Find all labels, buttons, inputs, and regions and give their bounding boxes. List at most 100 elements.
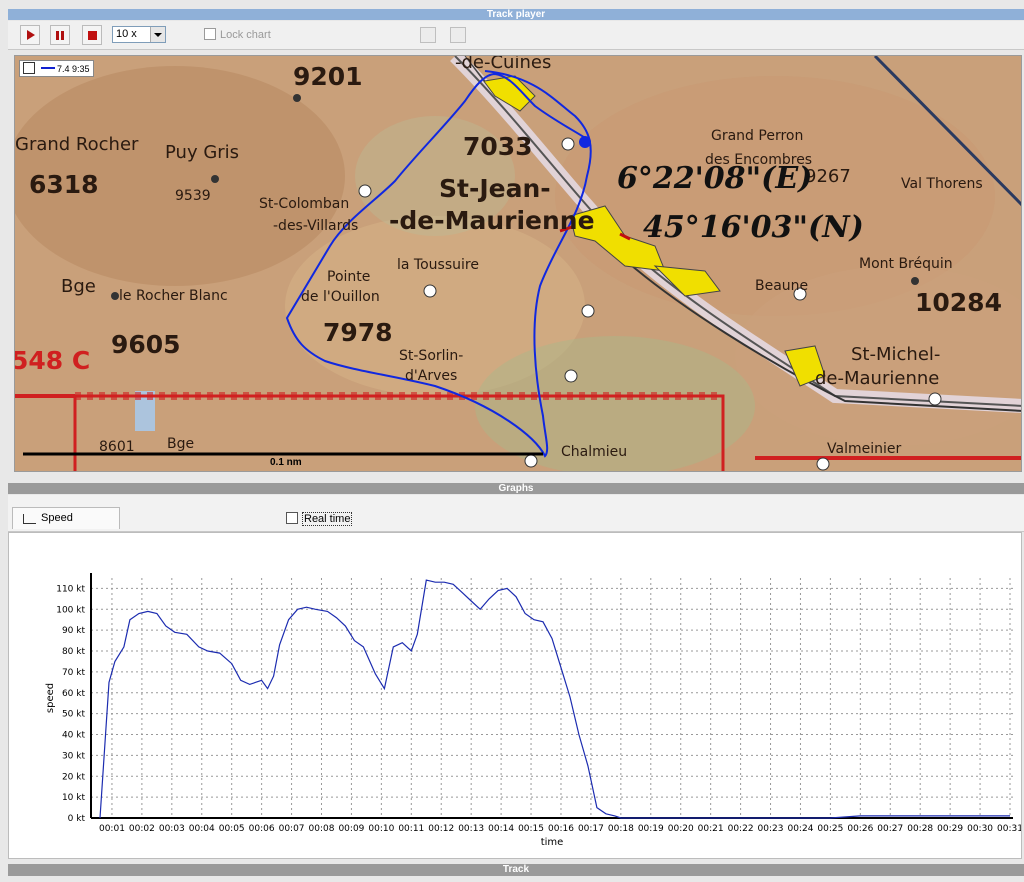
map-label: -de-Maurienne [389, 206, 595, 235]
speed-series-line [99, 579, 1010, 819]
x-tick-label: 00:10 [368, 824, 394, 834]
x-tick-label: 00:17 [578, 824, 604, 834]
stop-icon[interactable] [82, 25, 102, 45]
map-label: Chalmieu [561, 444, 628, 460]
lock-chart-check-icon[interactable] [204, 28, 216, 40]
x-tick-label: 00:29 [937, 824, 963, 834]
x-tick-label: 00:04 [189, 824, 215, 834]
x-tick-label: 00:24 [787, 824, 813, 834]
y-tick-label: 30 kt [62, 751, 86, 761]
x-tick-label: 00:11 [398, 824, 424, 834]
map-label: Grand Rocher [15, 134, 139, 155]
map-label: 9539 [175, 188, 211, 204]
playback-speed-select[interactable]: 10 x [112, 26, 166, 43]
line-chart-icon [23, 514, 36, 524]
map-label: Grand Perron [711, 128, 804, 144]
map-label: Valmeinier [827, 441, 902, 457]
map-label: Val Thorens [901, 176, 983, 192]
map-label: le Rocher Blanc [119, 288, 228, 304]
map-label: Bge [61, 276, 96, 297]
graphs-toolbar: Speed Real time [8, 495, 1024, 532]
map-label: -de-Cuines [455, 55, 552, 73]
graphs-title: Graphs [8, 483, 1024, 494]
map-label: St-Sorlin- [399, 348, 464, 364]
map-label: 10284 [915, 288, 1002, 317]
x-tick-label: 00:30 [967, 824, 993, 834]
map-label: Puy Gris [165, 142, 240, 163]
airspace-label: 548 C [14, 346, 91, 375]
y-axis-label: speed [45, 683, 56, 713]
map-scale-label: 0.1 nm [270, 457, 302, 468]
map-label: 9605 [111, 330, 181, 359]
map-label: 9201 [293, 62, 363, 91]
x-tick-label: 00:28 [907, 824, 933, 834]
map-label: Pointe [327, 269, 371, 285]
y-tick-label: 70 kt [62, 668, 86, 678]
map-label: la Toussuire [397, 257, 479, 273]
x-tick-label: 00:12 [428, 824, 454, 834]
track-line-swatch [41, 67, 55, 69]
x-tick-label: 00:27 [877, 824, 903, 834]
lock-chart-label: Lock chart [220, 29, 271, 41]
y-tick-label: 90 kt [62, 626, 86, 636]
map-label: St-Jean- [439, 174, 551, 203]
track-legend[interactable]: 7.4 9:35 [19, 60, 94, 77]
map-label: 7033 [463, 132, 533, 161]
y-tick-label: 40 kt [62, 731, 86, 741]
y-tick-label: 100 kt [56, 605, 85, 615]
map-label: 6318 [29, 170, 99, 199]
y-tick-label: 60 kt [62, 689, 86, 699]
x-tick-label: 00:26 [847, 824, 873, 834]
x-tick-label: 00:14 [488, 824, 514, 834]
x-tick-label: 00:16 [548, 824, 574, 834]
legend-check-icon[interactable] [23, 62, 35, 74]
x-tick-label: 00:23 [758, 824, 784, 834]
player-toolbar: 10 x Lock chart [8, 21, 1024, 50]
x-tick-label: 00:01 [99, 824, 125, 834]
x-tick-label: 00:31 [997, 824, 1021, 834]
x-tick-label: 00:21 [698, 824, 724, 834]
speed-chart: 0 kt 10 kt 20 kt 30 kt 40 kt 50 kt 60 kt 70 kt 8… [45, 573, 1023, 848]
map-label: -des-Villards [273, 218, 359, 234]
lock-chart-checkbox[interactable]: Lock chart [204, 28, 271, 41]
map-label: Beaune [755, 278, 809, 294]
pause-icon[interactable] [50, 25, 70, 45]
y-tick-label: 10 kt [62, 793, 86, 803]
x-tick-label: 00:07 [279, 824, 305, 834]
map-label: St-Colomban [259, 196, 350, 212]
realtime-label: Real time [302, 512, 353, 526]
x-tick-label: 00:13 [458, 824, 484, 834]
chevron-down-icon[interactable] [150, 27, 165, 42]
x-tick-label: 00:02 [129, 824, 155, 834]
handwritten-longitude: 6°22'08"(E) [617, 161, 813, 196]
map-view[interactable]: 7.4 9:35 9201 -de-Cuines Grand Rocher 63… [14, 55, 1022, 472]
x-tick-label: 00:03 [159, 824, 185, 834]
y-tick-label: 0 kt [68, 814, 86, 824]
track-panel-title: Track [8, 864, 1024, 876]
play-icon[interactable] [20, 25, 40, 45]
y-tick-label: 110 kt [56, 584, 85, 594]
map-label: St-Michel- [851, 344, 941, 365]
x-tick-label: 00:19 [638, 824, 664, 834]
x-tick-label: 00:05 [219, 824, 245, 834]
playback-speed-value: 10 x [116, 28, 137, 40]
realtime-checkbox[interactable]: Real time [286, 512, 353, 526]
tab-speed[interactable]: Speed [12, 507, 120, 529]
x-tick-label: 00:18 [608, 824, 634, 834]
realtime-check-icon[interactable] [286, 512, 298, 524]
tab-speed-label: Speed [41, 512, 73, 524]
map-label: 7978 [323, 318, 393, 347]
map-label: Mont Bréquin [859, 256, 953, 272]
x-tick-label: 00:06 [249, 824, 275, 834]
copy-icon[interactable] [450, 27, 466, 43]
zoom-fit-icon[interactable] [420, 27, 436, 43]
map-label: Bge [167, 436, 195, 452]
y-tick-label: 20 kt [62, 772, 86, 782]
x-tick-label: 00:09 [338, 824, 364, 834]
x-tick-label: 00:22 [728, 824, 754, 834]
track-player-title: Track player [8, 9, 1024, 20]
map-label: de l'Ouillon [301, 289, 380, 305]
map-label: 8601 [99, 439, 135, 455]
x-tick-label: 00:15 [518, 824, 544, 834]
x-axis-label: time [541, 837, 564, 848]
